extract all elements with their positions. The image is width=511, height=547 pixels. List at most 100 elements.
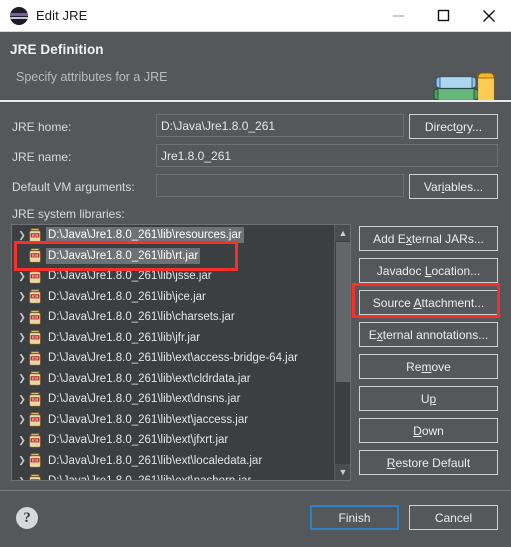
chevron-right-icon[interactable]: ❯ (16, 271, 28, 281)
library-rows-container: ❯ 010 D:\Java\Jre1.8.0_261\lib\resources.j… (12, 225, 334, 480)
svg-text:010: 010 (32, 418, 39, 422)
up-button-label: Up (420, 391, 437, 406)
svg-text:010: 010 (32, 254, 39, 258)
jar-icon: 010 (28, 371, 42, 386)
jar-icon: 010 (28, 227, 42, 243)
javadoc-location-button[interactable]: Javadoc Location... (359, 258, 498, 283)
jar-icon: 010 (28, 350, 42, 366)
library-path-label: D:\Java\Jre1.8.0_261\lib\ext\jfxrt.jar (48, 434, 229, 447)
finish-button[interactable]: Finish (310, 505, 399, 530)
variables-button[interactable]: Variables... (409, 174, 498, 199)
restore-default-button[interactable]: Restore Default (359, 450, 498, 475)
table-row[interactable]: ❯ 010 D:\Java\Jre1.8.0_261\lib\ext\localed… (12, 451, 334, 472)
table-row[interactable]: ❯ 010 D:\Java\Jre1.8.0_261\lib\ext\cldrdat… (12, 369, 334, 390)
window-title: Edit JRE (36, 8, 88, 23)
vm-arguments-input[interactable] (156, 174, 404, 197)
table-row[interactable]: 010 D:\Java\Jre1.8.0_261\lib\rt.jar (12, 246, 334, 267)
chevron-right-icon[interactable]: ❯ (16, 415, 28, 424)
jar-icon: 010 (28, 473, 42, 480)
svg-text:010: 010 (32, 459, 39, 463)
down-button[interactable]: Down (359, 418, 498, 443)
directory-button-label: Directory... (424, 119, 483, 134)
chevron-right-icon[interactable]: ❯ (16, 230, 28, 240)
chevron-right-icon[interactable]: ❯ (16, 374, 28, 383)
library-path-label: D:\Java\Jre1.8.0_261\lib\jfr.jar (48, 331, 201, 344)
table-row[interactable]: ❯ 010 D:\Java\Jre1.8.0_261\lib\ext\nashorn… (12, 471, 334, 480)
minimize-icon[interactable] (376, 0, 421, 31)
source-attachment-button[interactable]: Source Attachment... (359, 290, 498, 315)
chevron-up-icon[interactable]: ▲ (335, 225, 350, 241)
directory-button[interactable]: Directory... (409, 114, 498, 139)
table-row[interactable]: ❯ 010 D:\Java\Jre1.8.0_261\lib\ext\jaccess… (12, 410, 334, 431)
cancel-button[interactable]: Cancel (409, 505, 498, 530)
library-path-label: D:\Java\Jre1.8.0_261\lib\ext\cldrdata.ja… (48, 372, 251, 385)
external-annotations-button[interactable]: External annotations... (359, 322, 498, 347)
add-external-jars-button[interactable]: Add External JARs... (359, 226, 498, 251)
cancel-button-label: Cancel (434, 510, 473, 525)
svg-text:010: 010 (32, 336, 39, 340)
jar-icon: 010 (28, 289, 42, 304)
library-path-label: D:\Java\Jre1.8.0_261\lib\ext\jaccess.jar (48, 413, 249, 426)
chevron-right-icon[interactable]: ❯ (16, 292, 28, 301)
window-controls (376, 0, 511, 31)
svg-text:010: 010 (32, 397, 39, 401)
jre-name-label: JRE name: (12, 150, 72, 164)
list-scrollbar[interactable]: ▲ ▼ (334, 225, 350, 480)
restore-default-button-label: Restore Default (386, 455, 471, 470)
library-path-label: D:\Java\Jre1.8.0_261\lib\ext\nashorn.jar (46, 473, 253, 480)
scrollbar-thumb[interactable] (336, 242, 350, 382)
vm-arguments-label: Default VM arguments: (12, 180, 135, 194)
chevron-right-icon[interactable]: ❯ (16, 394, 28, 404)
chevron-right-icon[interactable]: ❯ (16, 476, 28, 480)
dialog-header: JRE Definition Specify attributes for a … (0, 32, 511, 124)
table-row[interactable]: ❯ 010 D:\Java\Jre1.8.0_261\lib\jfr.jar (12, 328, 334, 349)
library-path-label: D:\Java\Jre1.8.0_261\lib\ext\access-brid… (48, 352, 298, 365)
chevron-right-icon[interactable]: ❯ (16, 456, 28, 465)
svg-text:010: 010 (32, 295, 39, 299)
svg-text:010: 010 (32, 356, 39, 360)
svg-text:010: 010 (32, 377, 39, 381)
maximize-icon[interactable] (421, 0, 466, 31)
chevron-right-icon[interactable]: ❯ (16, 353, 28, 363)
svg-text:010: 010 (32, 479, 39, 480)
table-row[interactable]: ❯ 010 D:\Java\Jre1.8.0_261\lib\jce.jar (12, 287, 334, 308)
jar-icon: 010 (28, 391, 42, 407)
table-row[interactable]: ❯ 010 D:\Java\Jre1.8.0_261\lib\resources.j… (12, 225, 334, 246)
table-row[interactable]: ❯ 010 D:\Java\Jre1.8.0_261\lib\ext\jfxrt.j… (12, 430, 334, 451)
table-row[interactable]: ❯ 010 D:\Java\Jre1.8.0_261\lib\ext\dnsns.j… (12, 389, 334, 410)
finish-button-label: Finish (338, 510, 371, 525)
svg-text:010: 010 (32, 438, 39, 442)
dialog-body: JRE home: D:\Java\Jre1.8.0_261 Directory… (0, 102, 511, 490)
jre-name-input[interactable]: Jre1.8.0_261 (156, 144, 498, 167)
chevron-down-icon[interactable]: ▼ (335, 464, 350, 480)
chevron-right-icon[interactable]: ❯ (16, 312, 28, 322)
jre-home-input[interactable]: D:\Java\Jre1.8.0_261 (156, 114, 404, 137)
help-icon[interactable]: ? (16, 507, 38, 529)
library-path-label: D:\Java\Jre1.8.0_261\lib\ext\dnsns.jar (48, 393, 241, 406)
remove-button[interactable]: Remove (359, 354, 498, 379)
page-title: JRE Definition (10, 42, 104, 57)
jar-icon: 010 (28, 432, 42, 448)
table-row[interactable]: ❯ 010 D:\Java\Jre1.8.0_261\lib\ext\access-… (12, 348, 334, 369)
jre-system-libraries-list[interactable]: ❯ 010 D:\Java\Jre1.8.0_261\lib\resources.j… (11, 224, 351, 481)
jre-system-libraries-label: JRE system libraries: (12, 207, 125, 221)
library-path-label: D:\Java\Jre1.8.0_261\lib\charsets.jar (48, 311, 235, 324)
javadoc-location-button-label: Javadoc Location... (376, 263, 481, 278)
close-icon[interactable] (466, 0, 511, 31)
title-bar: Edit JRE (0, 0, 511, 32)
chevron-right-icon[interactable]: ❯ (16, 435, 28, 445)
jar-icon: 010 (28, 412, 42, 427)
up-button[interactable]: Up (359, 386, 498, 411)
jar-icon: 010 (28, 330, 42, 345)
source-attachment-button-label: Source Attachment... (372, 295, 485, 310)
jar-icon: 010 (28, 248, 42, 263)
table-row[interactable]: ❯ 010 D:\Java\Jre1.8.0_261\lib\jsse.jar (12, 266, 334, 287)
jre-home-label: JRE home: (12, 120, 72, 134)
library-path-label: D:\Java\Jre1.8.0_261\lib\jce.jar (48, 290, 206, 303)
library-path-label: D:\Java\Jre1.8.0_261\lib\ext\localedata.… (48, 454, 263, 467)
library-path-label: D:\Java\Jre1.8.0_261\lib\rt.jar (46, 247, 201, 264)
chevron-right-icon[interactable]: ❯ (16, 333, 28, 342)
external-annotations-button-label: External annotations... (368, 327, 489, 342)
edit-jre-dialog: Edit JRE JRE Definition Specify attribut… (0, 0, 511, 547)
table-row[interactable]: ❯ 010 D:\Java\Jre1.8.0_261\lib\charsets.ja… (12, 307, 334, 328)
